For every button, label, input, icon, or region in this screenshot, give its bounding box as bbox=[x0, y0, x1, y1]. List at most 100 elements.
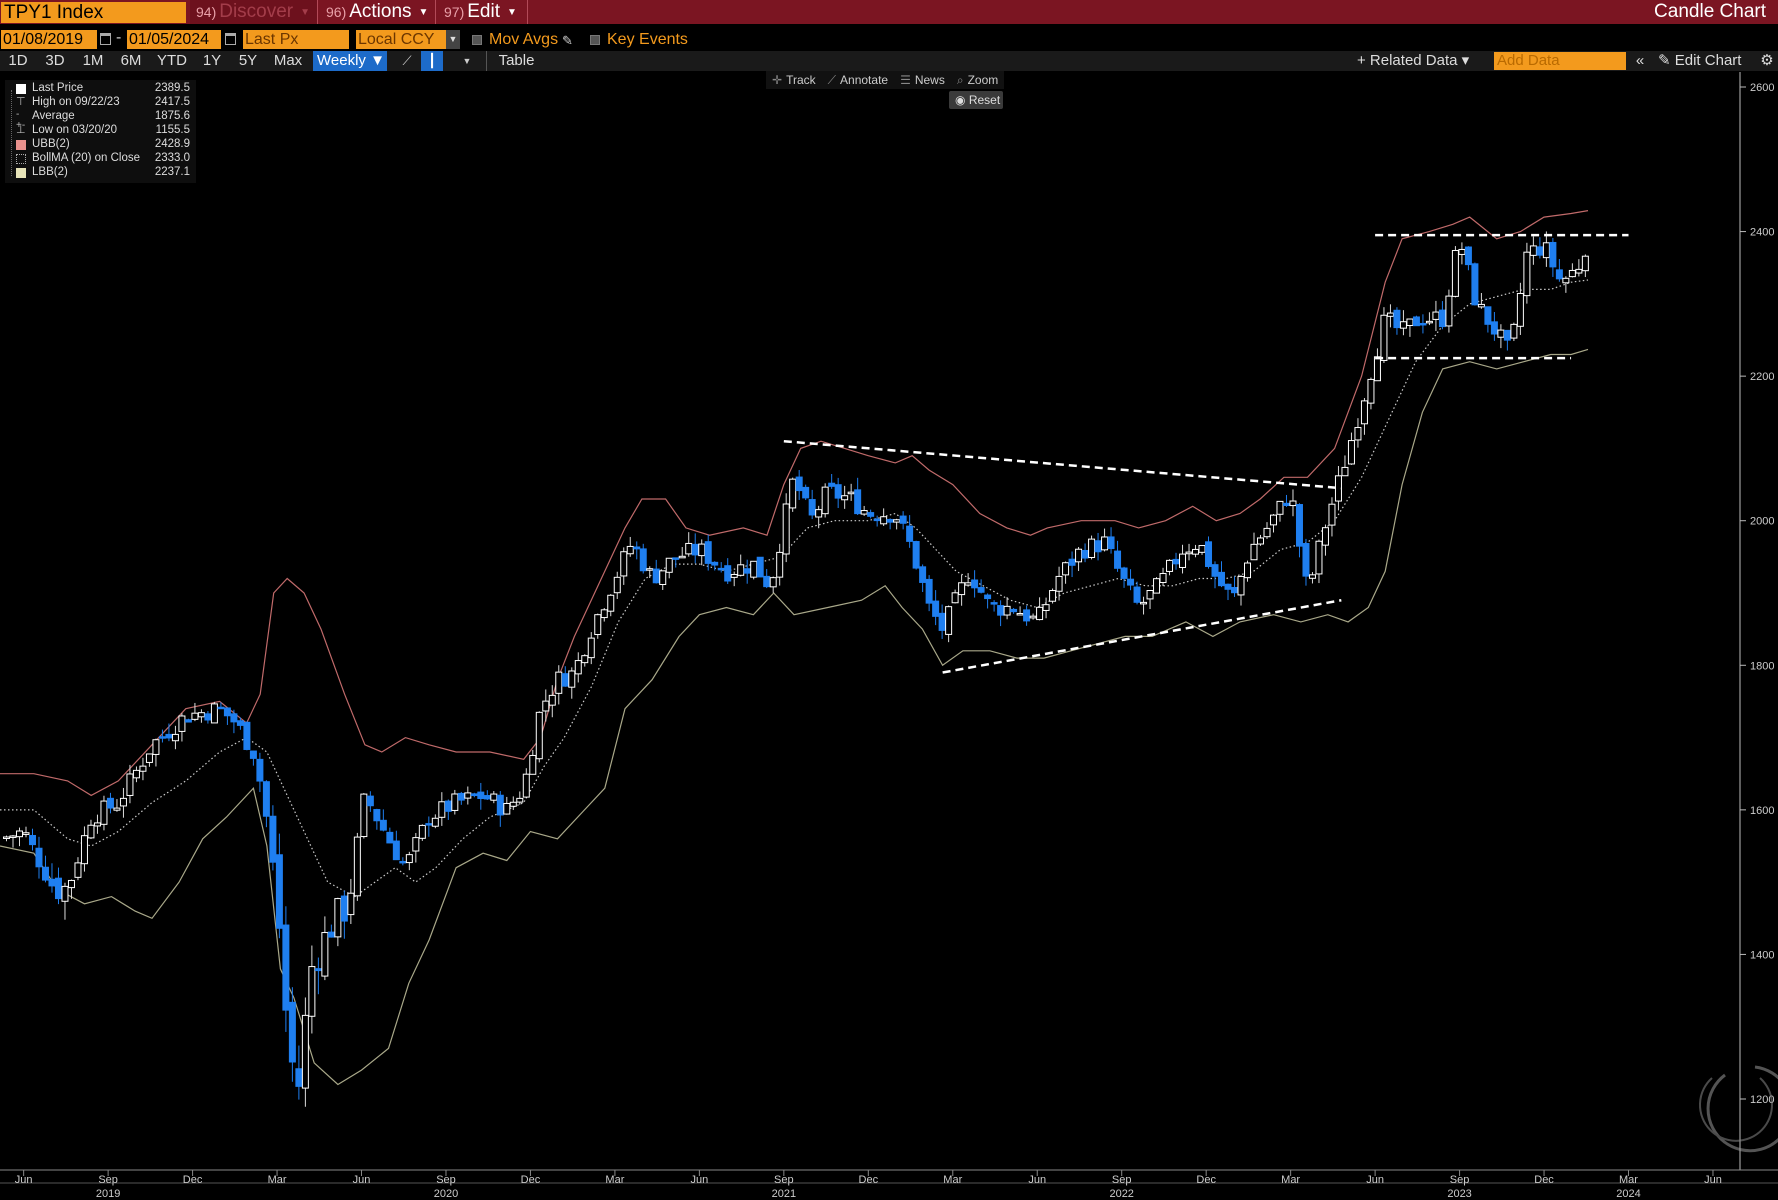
candle-body bbox=[1386, 312, 1394, 317]
candle-body bbox=[295, 1068, 303, 1087]
candle-body bbox=[464, 792, 472, 799]
year-label: 2023 bbox=[1447, 1188, 1471, 1200]
candle-body bbox=[1406, 318, 1414, 327]
bollinger-bands bbox=[0, 210, 1589, 1086]
candle-body bbox=[581, 655, 589, 664]
x-tick-label: Dec bbox=[521, 1174, 541, 1186]
candle bbox=[1146, 589, 1154, 610]
candle bbox=[782, 493, 790, 563]
candle bbox=[1386, 304, 1394, 328]
candle-body bbox=[834, 484, 842, 499]
candle bbox=[210, 701, 218, 724]
candle-body bbox=[262, 781, 270, 817]
candle bbox=[80, 826, 88, 872]
candle-body bbox=[912, 541, 920, 569]
x-tick-label: Dec bbox=[1534, 1174, 1554, 1186]
candle-body bbox=[282, 924, 290, 1011]
candle bbox=[763, 568, 771, 589]
candle-body bbox=[1120, 567, 1128, 579]
candle bbox=[119, 787, 127, 818]
candle-body bbox=[899, 515, 907, 524]
candle-body bbox=[1107, 536, 1115, 550]
candle-body bbox=[1062, 562, 1070, 576]
y-tick-label: 1400 bbox=[1750, 949, 1774, 961]
candle-body bbox=[977, 587, 985, 593]
candle-body bbox=[327, 931, 335, 938]
y-tick-label: 2200 bbox=[1750, 371, 1774, 383]
candle bbox=[997, 600, 1005, 627]
candle bbox=[1321, 524, 1329, 556]
candle bbox=[1315, 539, 1323, 584]
year-label: 2024 bbox=[1616, 1188, 1640, 1200]
candle-body bbox=[1153, 578, 1161, 594]
candle-body bbox=[1055, 575, 1063, 592]
candle-body bbox=[483, 795, 491, 800]
candle-body bbox=[802, 486, 810, 499]
candle bbox=[750, 560, 758, 580]
candle-body bbox=[522, 773, 530, 798]
candle-body bbox=[906, 525, 914, 542]
x-tick-label: Sep bbox=[98, 1174, 118, 1186]
candle bbox=[626, 536, 634, 557]
candle bbox=[516, 791, 524, 805]
candle-body bbox=[67, 879, 75, 889]
candle-body bbox=[93, 822, 101, 827]
candle bbox=[1555, 259, 1563, 282]
candle-body bbox=[126, 773, 134, 796]
candle-body bbox=[1036, 606, 1044, 621]
candle-body bbox=[646, 568, 654, 571]
candle bbox=[1036, 597, 1044, 621]
candle-body bbox=[1256, 537, 1264, 545]
candle bbox=[841, 485, 849, 509]
candle-body bbox=[184, 719, 192, 723]
candle-body bbox=[724, 565, 732, 582]
candle-body bbox=[1218, 571, 1226, 587]
candle-body bbox=[847, 491, 855, 495]
candle-body bbox=[379, 819, 387, 831]
candle-body bbox=[236, 720, 244, 726]
candle-body bbox=[1347, 440, 1355, 465]
candle bbox=[1542, 231, 1550, 267]
candle bbox=[1328, 497, 1336, 537]
candle-body bbox=[535, 711, 543, 760]
candle-body bbox=[685, 542, 693, 555]
candle-body bbox=[418, 824, 426, 839]
candle-body bbox=[600, 609, 608, 619]
candle bbox=[1269, 514, 1277, 533]
candle-body bbox=[1282, 502, 1290, 506]
candle bbox=[1133, 581, 1141, 605]
candle-body bbox=[769, 577, 777, 588]
candle bbox=[1068, 551, 1076, 578]
candle-body bbox=[737, 564, 745, 576]
candle-body bbox=[1159, 573, 1167, 584]
candle-body bbox=[1503, 329, 1511, 341]
candle bbox=[399, 857, 407, 866]
candle bbox=[1425, 312, 1433, 326]
candle-body bbox=[1354, 427, 1362, 441]
candle-body bbox=[1276, 500, 1284, 515]
candle bbox=[1016, 606, 1024, 616]
x-tick-label: Jun bbox=[1704, 1174, 1722, 1186]
candle-body bbox=[152, 739, 160, 755]
candle-body bbox=[451, 793, 459, 811]
candle-chart[interactable]: 12001400160018002000220024002600Jun Sep De… bbox=[0, 0, 1778, 1200]
x-tick-label: Sep bbox=[436, 1174, 456, 1186]
candle bbox=[990, 600, 998, 612]
candle bbox=[425, 816, 433, 837]
candle-body bbox=[1133, 586, 1141, 603]
candle-body bbox=[665, 557, 673, 573]
candle bbox=[535, 711, 543, 763]
candle bbox=[1211, 561, 1219, 589]
candle bbox=[1263, 522, 1271, 539]
candle bbox=[223, 707, 231, 725]
candle-body bbox=[35, 847, 43, 868]
candle bbox=[1153, 577, 1161, 594]
candle bbox=[1360, 398, 1368, 435]
candle-body bbox=[1127, 578, 1135, 586]
candle bbox=[366, 791, 374, 812]
candle-body bbox=[1101, 536, 1109, 551]
candle bbox=[457, 791, 465, 805]
candle bbox=[379, 809, 387, 832]
candle-body bbox=[808, 499, 816, 516]
candle bbox=[789, 477, 797, 512]
